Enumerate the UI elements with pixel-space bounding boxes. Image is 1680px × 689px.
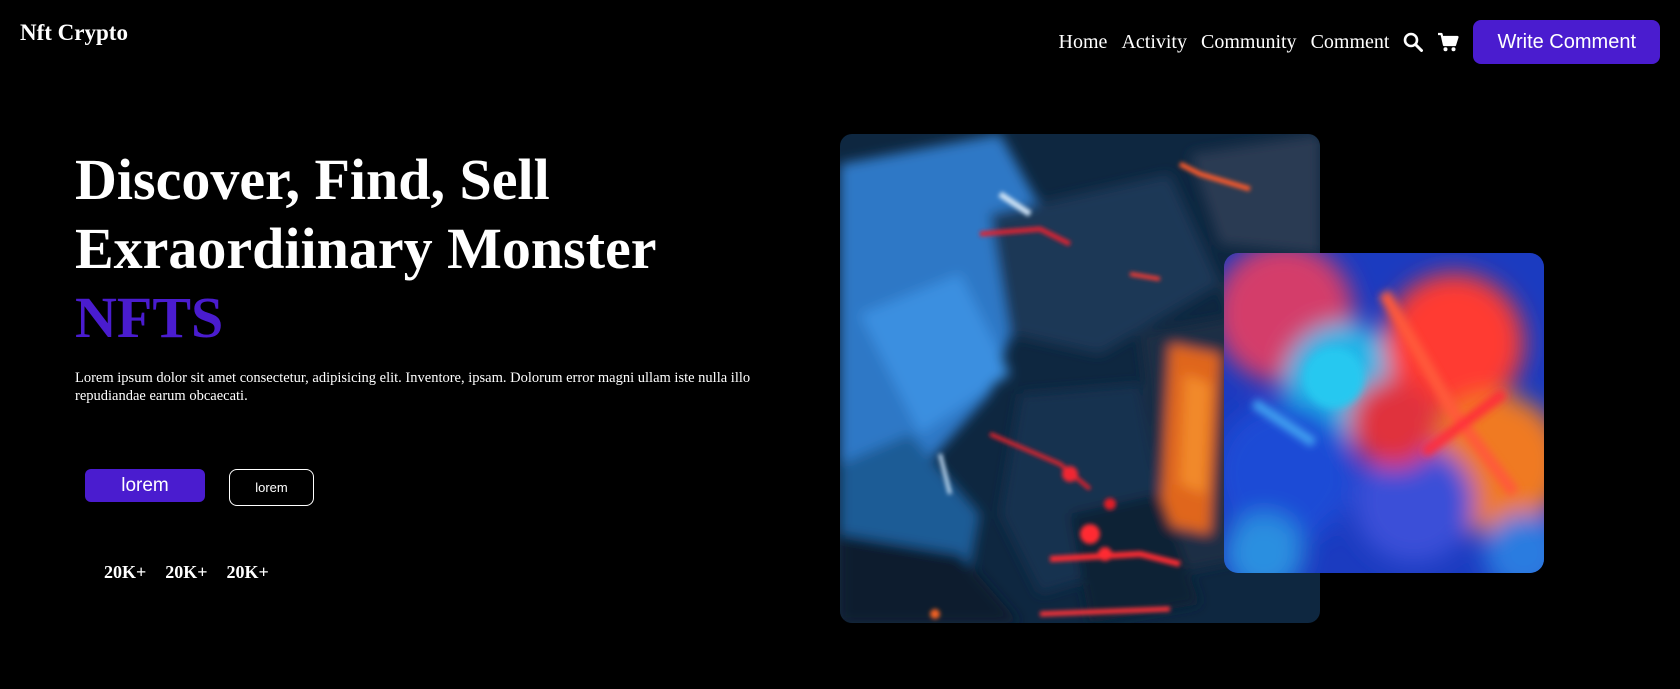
hero-title-line-1: Discover, Find, Sell	[75, 147, 550, 212]
search-icon[interactable]	[1403, 32, 1424, 52]
write-comment-button[interactable]: Write Comment	[1473, 20, 1660, 64]
hero-title: Discover, Find, Sell Exraordiinary Monst…	[75, 145, 657, 352]
nav-comment[interactable]: Comment	[1311, 31, 1390, 54]
stats-row: 20K+ 20K+ 20K+	[104, 562, 269, 583]
hero-title-accent: NFTS	[75, 285, 224, 350]
hero-description: Lorem ipsum dolor sit amet consectetur, …	[75, 370, 751, 404]
main-nav: Home Activity Community Comment Write Co…	[1059, 20, 1660, 64]
nav-community[interactable]: Community	[1201, 31, 1297, 54]
nav-home[interactable]: Home	[1059, 31, 1108, 54]
page: Nft Crypto Home Activity Community Comme…	[0, 0, 1680, 689]
primary-button[interactable]: lorem	[85, 469, 205, 502]
abstract-painting-small	[1224, 253, 1544, 573]
cart-icon[interactable]	[1437, 32, 1460, 52]
stat-value: 20K+	[165, 562, 208, 582]
secondary-button[interactable]: lorem	[229, 469, 314, 506]
brand-logo[interactable]: Nft Crypto	[20, 20, 128, 46]
hero-title-line-2: Exraordiinary Monster	[75, 216, 657, 281]
nav-activity[interactable]: Activity	[1121, 31, 1187, 54]
stat-value: 20K+	[226, 562, 269, 582]
stat-value: 20K+	[104, 562, 147, 582]
